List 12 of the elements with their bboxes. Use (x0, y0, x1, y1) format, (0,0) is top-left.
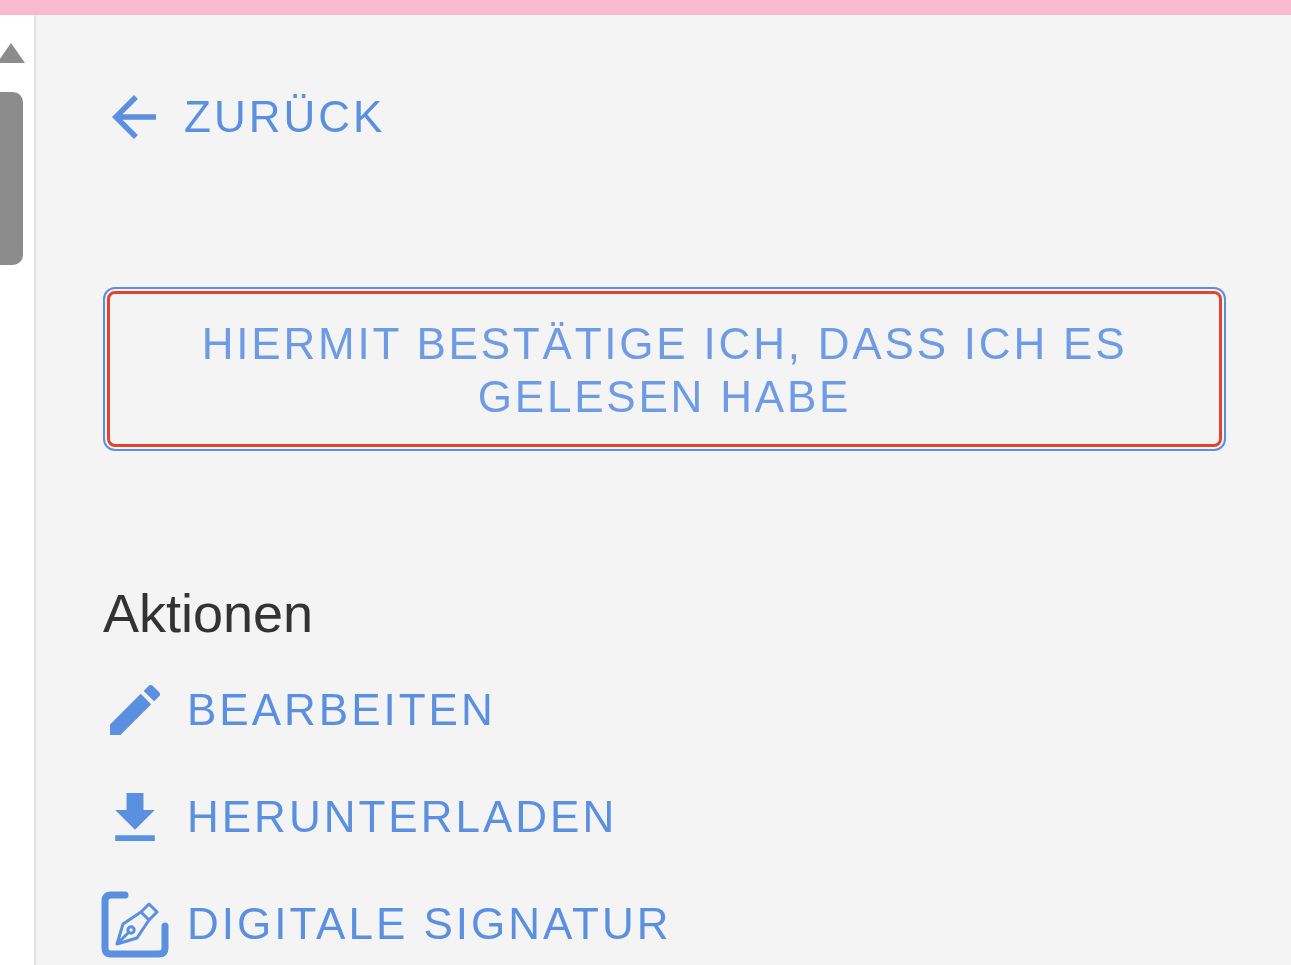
actions-heading: Aktionen (103, 582, 314, 644)
fountain-pen-icon (101, 890, 169, 958)
arrow-left-icon (112, 95, 156, 139)
pencil-icon (110, 685, 160, 735)
download-icon (115, 793, 155, 841)
scroll-up-arrow-icon[interactable] (0, 42, 25, 64)
action-link[interactable]: HERUNTERLADEN (103, 784, 618, 850)
confirm-read-button[interactable]: HIERMIT BESTÄTIGE ICH, DASS ICH ES GELESEN HABE (103, 287, 1226, 451)
action-link[interactable]: BEARBEITEN (103, 677, 496, 743)
action-link[interactable]: DIGITALE SIGNATUR (103, 891, 672, 957)
back-link[interactable]: ZURÜCK (112, 92, 386, 142)
scrollbar-thumb[interactable] (0, 92, 23, 265)
